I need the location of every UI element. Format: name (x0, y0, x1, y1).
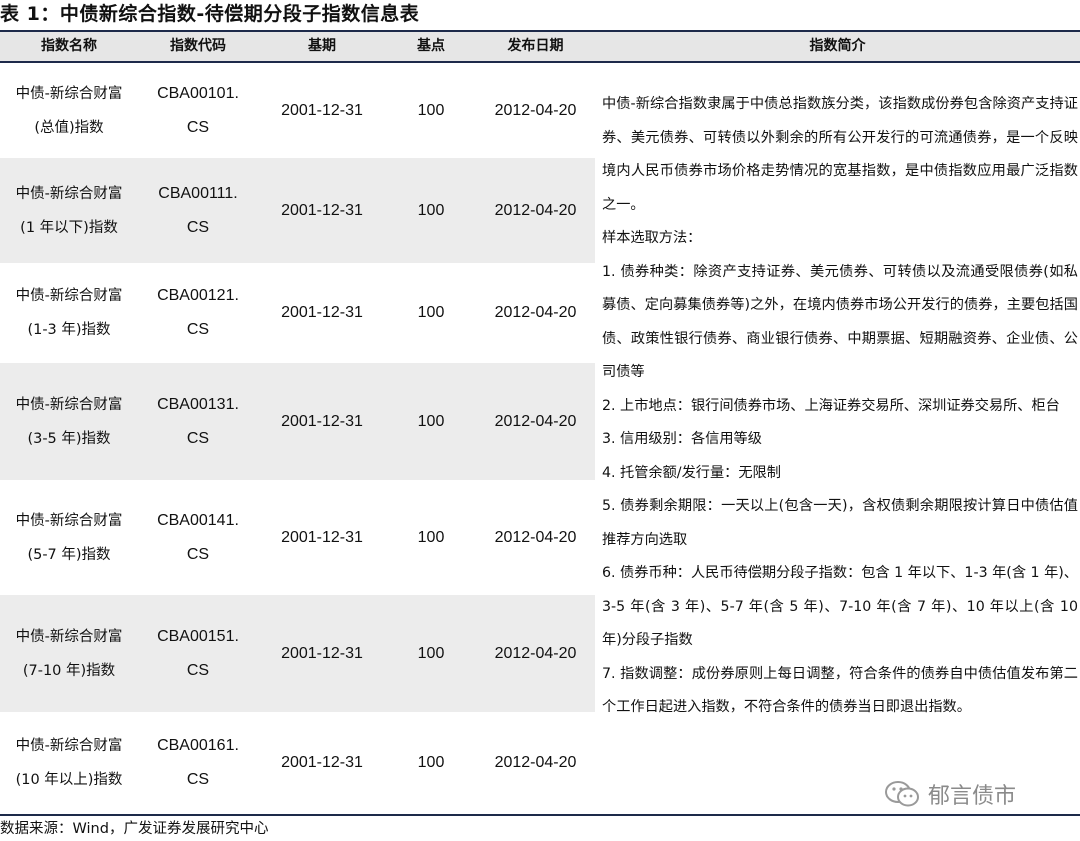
index-name-cell: 中债-新综合财富 (3-5 年)指数 (0, 363, 138, 480)
index-name-line1: 中债-新综合财富 (15, 738, 123, 754)
index-name-cell: 中债-新综合财富 (10 年以上)指数 (0, 712, 138, 814)
header-code: 指数代码 (170, 38, 226, 54)
base-point-cell: 100 (417, 528, 445, 546)
table-row: 中债-新综合财富 (总值)指数 CBA00101. CS 2001-12-31 … (0, 63, 595, 158)
table-title: 表 1：中债新综合指数-待偿期分段子指数信息表 (0, 3, 420, 25)
table-row: 中债-新综合财富 (1 年以下)指数 CBA00111. CS 2001-12-… (0, 158, 595, 263)
index-code-line2: CS (186, 321, 210, 338)
base-period-cell: 2001-12-31 (281, 754, 363, 771)
source-note: 数据来源：Wind，广发证券发展研究中心 (0, 821, 269, 837)
index-code-line1: CBA00111. (158, 184, 238, 202)
index-code-line2: CS (186, 545, 210, 563)
index-name-line2: (1-3 年)指数 (27, 322, 111, 338)
index-code-line1: CBA00131. (157, 395, 239, 413)
table-row: 中债-新综合财富 (5-7 年)指数 CBA00141. CS 2001-12-… (0, 480, 595, 595)
index-code-cell: CBA00131. CS (138, 363, 258, 480)
base-point-cell: 100 (417, 412, 445, 430)
index-code-cell: CBA00161. CS (138, 712, 258, 814)
base-point-cell: 100 (417, 201, 445, 219)
index-code-line2: CS (186, 429, 210, 447)
index-code-line1: CBA00151. (157, 627, 239, 645)
base-point-cell: 100 (417, 754, 445, 771)
index-name-cell: 中债-新综合财富 (5-7 年)指数 (0, 480, 138, 595)
header-base-point: 基点 (417, 38, 445, 54)
publish-date-cell: 2012-04-20 (494, 528, 577, 546)
intro-paragraph: 4. 托管余额/发行量：无限制 (602, 464, 781, 481)
index-code-line1: CBA00161. (157, 737, 239, 754)
index-name-cell: 中债-新综合财富 (1-3 年)指数 (0, 263, 138, 363)
intro-paragraph: 7. 指数调整：成份券原则上每日调整，符合条件的债券自中债估值发布第二个工作日起… (602, 665, 1078, 716)
index-name-line2: (3-5 年)指数 (27, 430, 111, 447)
header-base-period: 基期 (308, 38, 336, 54)
table-row: 中债-新综合财富 (3-5 年)指数 CBA00131. CS 2001-12-… (0, 363, 595, 480)
intro-paragraph: 5. 债券剩余期限：一天以上(包含一天)，含权债剩余期限按计算日中债估值推荐方向… (602, 498, 1078, 548)
index-code-cell: CBA00101. CS (138, 63, 258, 158)
base-point-cell: 100 (417, 101, 445, 119)
index-code-line1: CBA00141. (157, 511, 239, 529)
index-name-line1: 中债-新综合财富 (15, 396, 123, 413)
index-name-line1: 中债-新综合财富 (15, 185, 123, 202)
publish-date-cell: 2012-04-20 (494, 644, 577, 662)
index-name-line1: 中债-新综合财富 (15, 288, 123, 304)
index-name-cell: 中债-新综合财富 (1 年以下)指数 (0, 158, 138, 263)
index-name-line2: (总值)指数 (34, 119, 104, 136)
index-name-line2: (10 年以上)指数 (15, 772, 123, 788)
intro-paragraph: 2. 上市地点：银行间债券市场、上海证券交易所、深圳证券交易所、柜台 (602, 397, 1060, 414)
index-name-line1: 中债-新综合财富 (15, 85, 123, 102)
table-row: 中债-新综合财富 (1-3 年)指数 CBA00121. CS 2001-12-… (0, 263, 595, 363)
index-code-line2: CS (186, 218, 210, 236)
base-period-cell: 2001-12-31 (281, 201, 363, 219)
base-period-cell: 2001-12-31 (281, 304, 363, 321)
base-point-cell: 100 (417, 304, 445, 321)
base-period-cell: 2001-12-31 (281, 412, 363, 430)
watermark: 郁言债市 (884, 778, 1016, 810)
table-header: 指数名称 指数代码 基期 基点 发布日期 指数简介 (0, 32, 1080, 61)
index-code-line2: CS (186, 771, 210, 788)
index-name-line2: (7-10 年)指数 (22, 662, 116, 679)
header-name: 指数名称 (41, 38, 97, 54)
index-intro-text: 中债-新综合指数隶属于中债总指数族分类，该指数成份券包含除资产支持证券、美元债券… (602, 88, 1078, 725)
base-point-cell: 100 (417, 644, 445, 662)
index-name-line2: (5-7 年)指数 (27, 546, 111, 563)
intro-paragraph: 3. 信用级别：各信用等级 (602, 431, 762, 447)
header-publish-date: 发布日期 (507, 38, 564, 54)
index-code-cell: CBA00111. CS (138, 158, 258, 263)
base-period-cell: 2001-12-31 (281, 644, 363, 662)
publish-date-cell: 2012-04-20 (494, 412, 577, 430)
publish-date-cell: 2012-04-20 (494, 304, 577, 321)
intro-paragraph: 6. 债券币种：人民币待偿期分段子指数：包含 1 年以下、1-3 年(含 1 年… (602, 565, 1078, 648)
index-code-cell: CBA00151. CS (138, 595, 258, 712)
publish-date-cell: 2012-04-20 (494, 101, 577, 119)
publish-date-cell: 2012-04-20 (494, 754, 577, 771)
table-row: 中债-新综合财富 (10 年以上)指数 CBA00161. CS 2001-12… (0, 712, 595, 814)
index-code-cell: CBA00141. CS (138, 480, 258, 595)
index-code-line1: CBA00121. (157, 287, 239, 304)
index-code-line1: CBA00101. (157, 84, 239, 102)
header-intro: 指数简介 (809, 38, 866, 54)
intro-paragraph: 中债-新综合指数隶属于中债总指数族分类，该指数成份券包含除资产支持证券、美元债券… (602, 96, 1078, 213)
publish-date-cell: 2012-04-20 (494, 201, 577, 219)
index-name-line1: 中债-新综合财富 (15, 628, 123, 645)
index-name-line1: 中债-新综合财富 (15, 512, 123, 529)
index-name-line2: (1 年以下)指数 (20, 219, 118, 236)
base-period-cell: 2001-12-31 (281, 101, 363, 119)
wechat-icon (885, 781, 919, 807)
table-row: 中债-新综合财富 (7-10 年)指数 CBA00151. CS 2001-12… (0, 595, 595, 712)
intro-paragraph: 样本选取方法： (602, 230, 702, 246)
watermark-text: 郁言债市 (928, 784, 1017, 809)
index-name-cell: 中债-新综合财富 (总值)指数 (0, 63, 138, 158)
bottom-rule (0, 814, 1080, 816)
index-code-cell: CBA00121. CS (138, 263, 258, 363)
index-name-cell: 中债-新综合财富 (7-10 年)指数 (0, 595, 138, 712)
intro-paragraph: 1. 债券种类：除资产支持证券、美元债券、可转债以及流通受限债券(如私募债、定向… (602, 263, 1078, 381)
index-code-line2: CS (186, 118, 210, 136)
base-period-cell: 2001-12-31 (281, 528, 363, 546)
index-code-line2: CS (186, 661, 210, 679)
